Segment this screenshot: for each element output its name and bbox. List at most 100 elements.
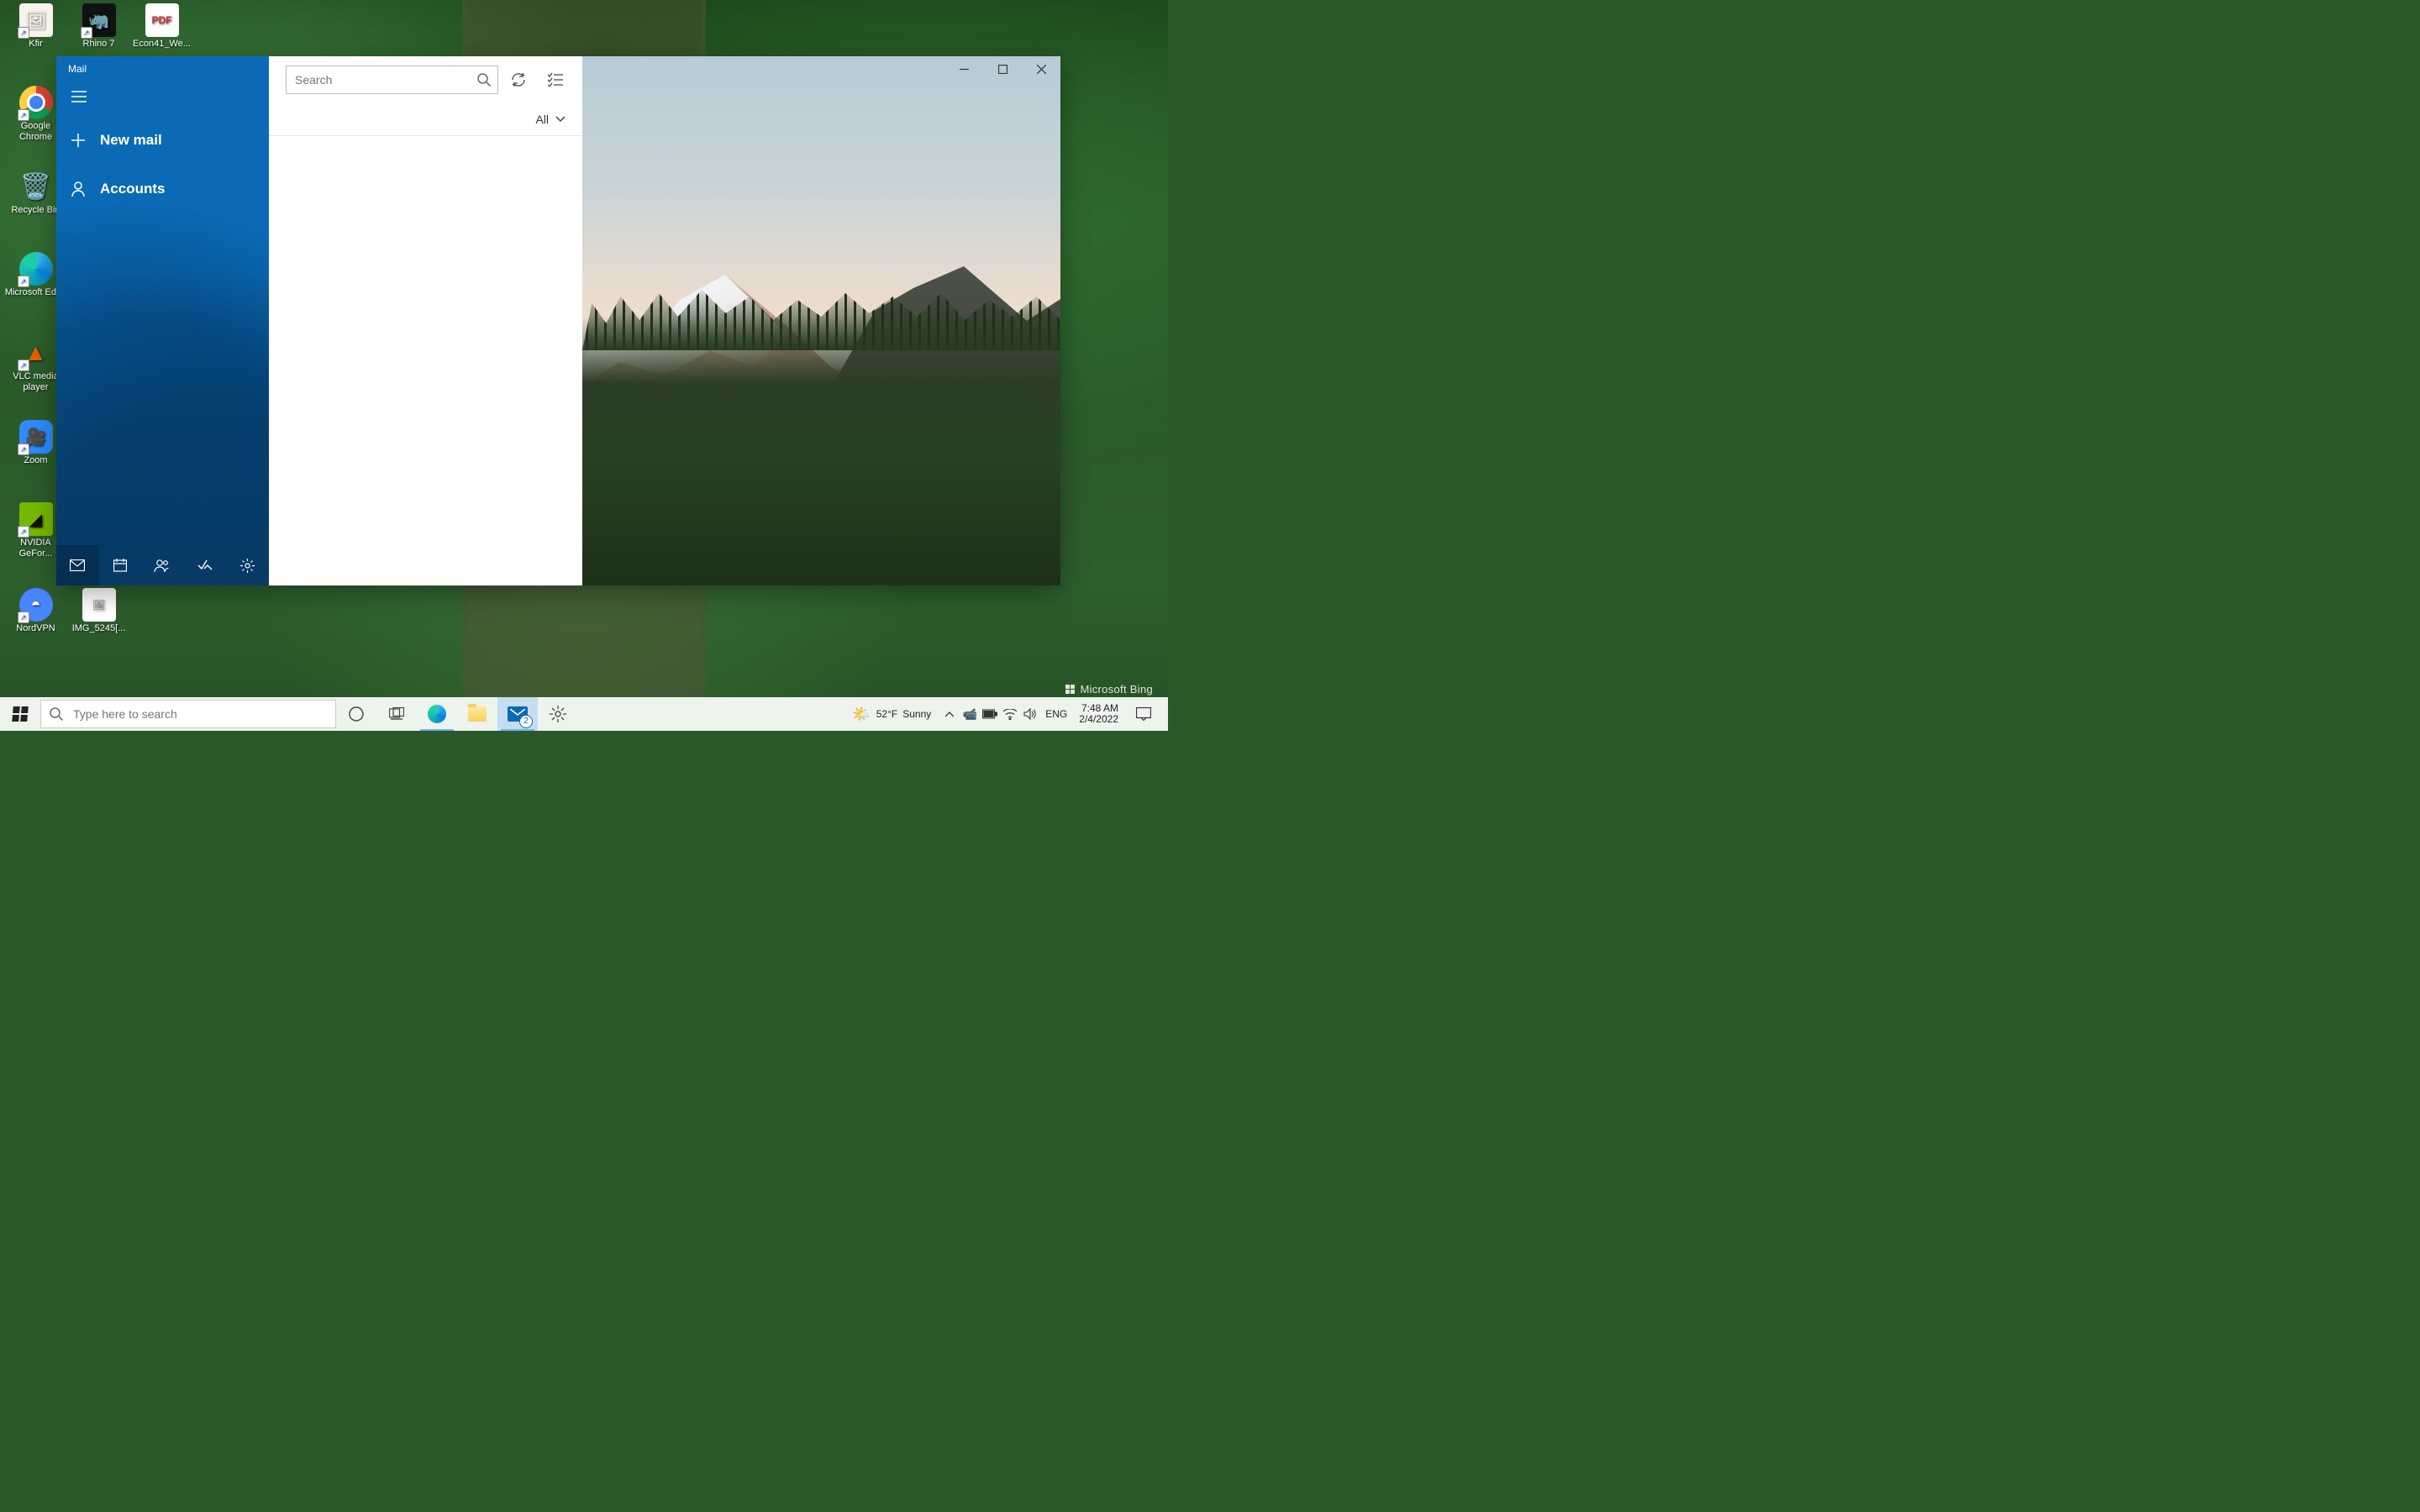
todo-icon bbox=[197, 559, 213, 571]
people-icon bbox=[154, 559, 171, 572]
mail-sidebar-footer bbox=[56, 545, 269, 585]
tray-language[interactable]: ENG bbox=[1040, 708, 1072, 720]
tray-meetnow-icon[interactable]: 📹 bbox=[960, 707, 980, 722]
footer-people-button[interactable] bbox=[141, 545, 184, 585]
tray-battery-icon[interactable] bbox=[980, 709, 1000, 719]
sync-icon bbox=[511, 72, 526, 87]
tray-wifi-icon[interactable] bbox=[1000, 709, 1020, 720]
hamburger-menu-button[interactable] bbox=[56, 81, 269, 112]
accounts-label: Accounts bbox=[100, 181, 165, 197]
sync-button[interactable] bbox=[502, 63, 535, 97]
gear-icon bbox=[550, 706, 566, 722]
filter-dropdown[interactable]: All bbox=[269, 103, 582, 136]
search-input[interactable] bbox=[293, 72, 477, 87]
battery-icon bbox=[982, 709, 997, 719]
volume-icon bbox=[1023, 708, 1037, 720]
person-icon bbox=[71, 181, 85, 197]
close-icon bbox=[1037, 65, 1046, 74]
shortcut-overlay-icon: ↗ bbox=[18, 612, 29, 623]
desktop-icon-label: Recycle Bin bbox=[11, 205, 60, 216]
select-list-icon bbox=[548, 73, 563, 87]
notification-icon bbox=[1136, 707, 1151, 721]
search-icon bbox=[477, 73, 491, 87]
mail-icon bbox=[70, 559, 85, 571]
tray-volume-icon[interactable] bbox=[1020, 708, 1040, 720]
wallpaper-credit-text: Microsoft Bing bbox=[1080, 683, 1153, 696]
desktop-icon-label: IMG_5245[... bbox=[72, 623, 126, 634]
tray-overflow-button[interactable] bbox=[939, 711, 960, 717]
chevron-up-icon bbox=[945, 711, 954, 717]
mail-app-window: Mail New mail Accounts bbox=[56, 56, 1060, 585]
wallpaper-credit: Microsoft Bing bbox=[1065, 683, 1153, 696]
taskbar-app-edge[interactable] bbox=[417, 697, 457, 731]
filter-label: All bbox=[535, 113, 549, 126]
shortcut-overlay-icon: ↗ bbox=[18, 109, 29, 121]
taskbar: 2 🌤️ 52°F Sunny 📹 bbox=[0, 697, 1168, 731]
desktop-icon-rhino7[interactable]: 🦏↗ Rhino 7 bbox=[67, 3, 130, 50]
start-button[interactable] bbox=[0, 697, 40, 731]
close-button[interactable] bbox=[1022, 56, 1060, 81]
mail-reading-pane bbox=[582, 56, 1060, 585]
taskbar-date: 2/4/2022 bbox=[1079, 714, 1118, 725]
desktop-icon-kfir[interactable]: 🖼↗ Kfir bbox=[4, 3, 67, 50]
weather-desc: Sunny bbox=[902, 708, 931, 720]
footer-calendar-button[interactable] bbox=[99, 545, 142, 585]
shortcut-overlay-icon: ↗ bbox=[18, 276, 29, 287]
search-icon bbox=[50, 707, 63, 721]
cortana-icon bbox=[349, 706, 364, 722]
shortcut-overlay-icon: ↗ bbox=[18, 526, 29, 538]
desktop-icon-label: Rhino 7 bbox=[83, 39, 115, 50]
desktop-icon-img5245[interactable]: 🖼 IMG_5245[... bbox=[67, 588, 130, 634]
plus-icon bbox=[71, 134, 85, 147]
calendar-icon bbox=[113, 559, 127, 572]
desktop-icon-nordvpn[interactable]: ◓↗ NordVPN bbox=[4, 588, 67, 634]
shortcut-overlay-icon: ↗ bbox=[18, 444, 29, 455]
maximize-icon bbox=[998, 65, 1007, 74]
taskbar-action-center[interactable] bbox=[1125, 707, 1162, 721]
system-tray: 📹 bbox=[939, 707, 1040, 722]
taskbar-taskview-button[interactable] bbox=[376, 697, 417, 731]
taskbar-app-file-explorer[interactable] bbox=[457, 697, 497, 731]
select-mode-button[interactable] bbox=[539, 63, 572, 97]
microsoft-logo-icon bbox=[1065, 685, 1075, 694]
maximize-button[interactable] bbox=[983, 56, 1022, 81]
footer-settings-button[interactable] bbox=[226, 545, 269, 585]
hamburger-icon bbox=[71, 91, 87, 102]
desktop-icon-label: Econ41_We... bbox=[133, 39, 191, 50]
windows-logo-icon bbox=[12, 706, 29, 722]
gear-icon bbox=[240, 559, 255, 573]
chevron-down-icon bbox=[555, 116, 566, 123]
desktop-icon-econ41[interactable]: PDF Econ41_We... bbox=[130, 3, 193, 50]
edge-icon bbox=[428, 705, 446, 723]
taskbar-app-settings[interactable] bbox=[538, 697, 578, 731]
minimize-button[interactable] bbox=[944, 56, 983, 81]
mail-message-list-pane: All bbox=[269, 56, 582, 585]
taskbar-search-input[interactable] bbox=[71, 706, 327, 722]
new-mail-label: New mail bbox=[100, 132, 162, 149]
weather-temp: 52°F bbox=[876, 708, 897, 720]
shortcut-overlay-icon: ↗ bbox=[18, 360, 29, 371]
folder-icon bbox=[468, 706, 487, 722]
shortcut-overlay-icon: ↗ bbox=[18, 27, 29, 39]
desktop-icon-label: Kfir bbox=[29, 39, 43, 50]
mail-app-title: Mail bbox=[56, 56, 269, 81]
taskbar-search[interactable] bbox=[40, 700, 336, 728]
weather-icon: 🌤️ bbox=[852, 706, 871, 723]
minimize-icon bbox=[960, 65, 969, 74]
new-mail-button[interactable]: New mail bbox=[56, 118, 269, 162]
taskbar-cortana-button[interactable] bbox=[336, 697, 376, 731]
accounts-button[interactable]: Accounts bbox=[56, 167, 269, 211]
taskbar-weather[interactable]: 🌤️ 52°F Sunny bbox=[844, 706, 939, 723]
search-field-wrap[interactable] bbox=[286, 66, 498, 94]
desktop-icon-label: NordVPN bbox=[16, 623, 55, 634]
desktop-icon-label: Zoom bbox=[24, 455, 47, 466]
footer-todo-button[interactable] bbox=[184, 545, 227, 585]
window-controls bbox=[944, 56, 1060, 81]
wifi-icon bbox=[1003, 709, 1017, 720]
footer-mail-button[interactable] bbox=[56, 545, 99, 585]
taskbar-app-mail[interactable]: 2 bbox=[497, 697, 538, 731]
taskbar-clock[interactable]: 7:48 AM 2/4/2022 bbox=[1072, 703, 1125, 725]
mail-sidebar: Mail New mail Accounts bbox=[56, 56, 269, 585]
mail-badge-count: 2 bbox=[519, 715, 533, 728]
shortcut-overlay-icon: ↗ bbox=[81, 27, 92, 39]
